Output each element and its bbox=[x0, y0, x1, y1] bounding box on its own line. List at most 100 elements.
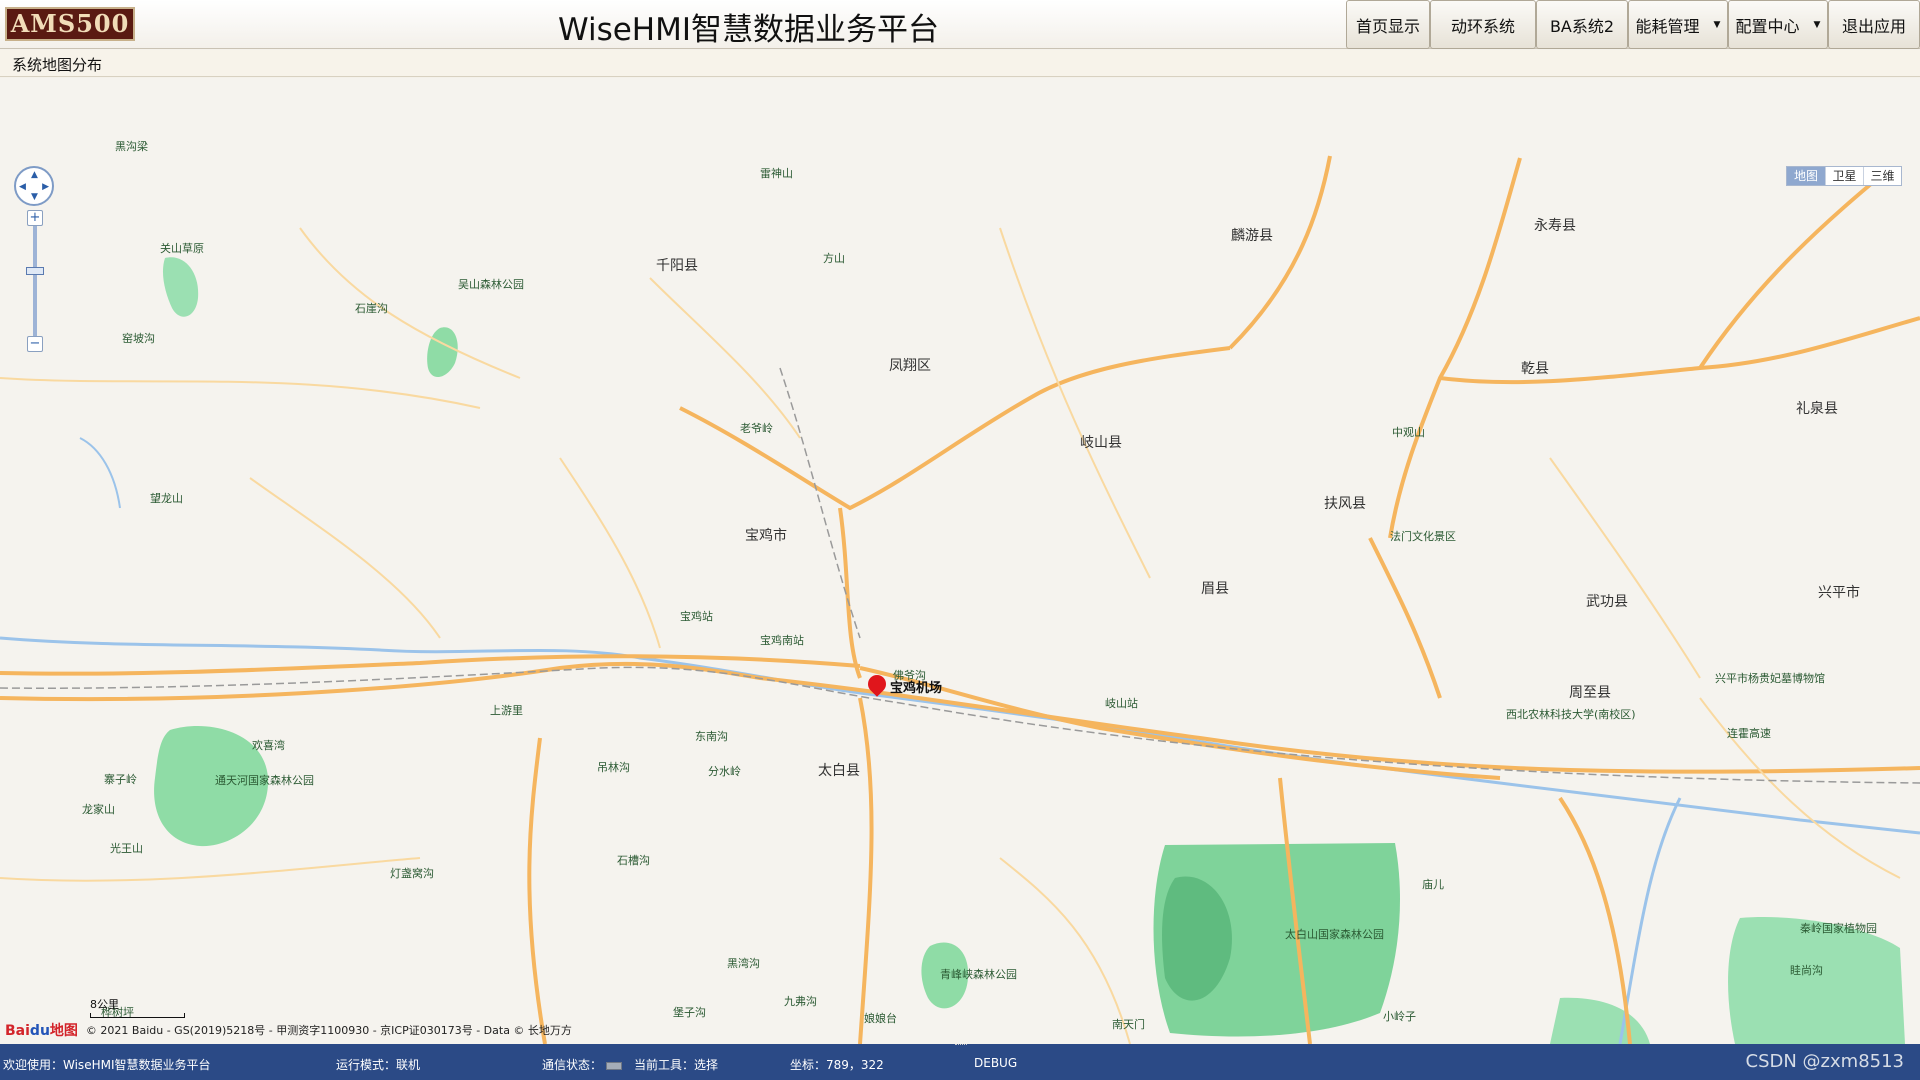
map-place-label: 石槽沟 bbox=[617, 854, 650, 867]
nav-button-4[interactable]: 能耗管理 ▼ bbox=[1628, 0, 1728, 49]
status-debug: DEBUG bbox=[974, 1056, 1018, 1070]
status-comm: 通信状态： bbox=[542, 1058, 603, 1072]
map-nav-control: ▲ ▼ ◀ ▶ + − bbox=[14, 166, 54, 352]
road bbox=[1698, 166, 1892, 370]
page-title: 系统地图分布 bbox=[12, 56, 103, 74]
road bbox=[1439, 316, 1920, 385]
map-scale: 8公里 bbox=[90, 996, 185, 1018]
map-place-label: 东南沟 bbox=[695, 730, 728, 743]
road bbox=[299, 227, 521, 379]
map-place-label: 吴山森林公园 bbox=[458, 278, 524, 291]
zoom-slider-handle[interactable] bbox=[26, 267, 44, 275]
road bbox=[999, 857, 1131, 1044]
status-coords: 坐标：789，322 bbox=[790, 1058, 884, 1072]
map-place-label: 礼泉县 bbox=[1796, 401, 1838, 417]
pan-control[interactable]: ▲ ▼ ◀ ▶ bbox=[14, 166, 54, 206]
map-type-switcher: 地图 卫星 三维 bbox=[1786, 166, 1902, 186]
map-place-label: 黑湾沟 bbox=[727, 957, 760, 970]
map-place-label: 宝鸡市 bbox=[745, 528, 787, 544]
map-place-label: 寨子岭 bbox=[104, 773, 137, 786]
map-canvas[interactable]: 宝鸡市 凤翔区 岐山县 扶风县 眉县 乾县 礼泉县 周至县 太白县 武功县 千阳县 麟游县 永寿县 兴平市… bbox=[0, 78, 1920, 1044]
status-mode: 运行模式：联机 bbox=[336, 1058, 421, 1072]
map-place-label: 小岭子 bbox=[1383, 1010, 1416, 1023]
map-place-label: 窑坡沟 bbox=[122, 332, 155, 345]
map-place-label: 吊林沟 bbox=[597, 761, 630, 774]
nav-button-2[interactable]: 动环系统 bbox=[1430, 0, 1536, 49]
nav-button-1[interactable]: 首页显示 bbox=[1346, 0, 1430, 49]
zoom-control: + − bbox=[26, 210, 44, 352]
app-window: AMS500 WiseHMI智慧数据业务平台 首页显示 动环系统 BA系统2 能耗管理… bbox=[0, 0, 1920, 1080]
marker-label: 宝鸡机场 bbox=[890, 681, 943, 696]
map-place-label: 南天门 bbox=[1112, 1018, 1145, 1031]
map-place-label: 太白山国家森林公园 bbox=[1285, 928, 1384, 941]
nav-button-label: 退出应用 bbox=[1841, 16, 1906, 36]
map-place-label: 法门文化景区 bbox=[1390, 530, 1456, 543]
map-pin-icon[interactable] bbox=[864, 671, 890, 697]
location-marker[interactable]: 宝鸡机场 bbox=[864, 671, 942, 697]
map-place-label: 兴平市杨贵妃墓博物馆 bbox=[1715, 672, 1825, 685]
pan-up-icon[interactable]: ▲ bbox=[31, 170, 38, 180]
map-type-2[interactable]: 卫星 bbox=[1825, 167, 1863, 185]
watermark: CSDN @zxm8513 bbox=[1745, 1051, 1904, 1072]
map-place-label: 老爷岭 bbox=[740, 422, 773, 435]
nav-button-3[interactable]: BA系统2 bbox=[1536, 0, 1628, 49]
pan-left-icon[interactable]: ◀ bbox=[19, 182, 26, 192]
map-place-label: 雷神山 bbox=[760, 167, 793, 180]
nav-button-6[interactable]: 退出应用 bbox=[1828, 0, 1920, 49]
nav-button-label: 配置中心 bbox=[1735, 16, 1800, 36]
resize-handle[interactable] bbox=[955, 1044, 967, 1048]
comm-status-icon bbox=[606, 1061, 623, 1070]
dropdown-caret-icon: ▼ bbox=[1813, 19, 1821, 30]
road bbox=[1228, 155, 1332, 350]
park-area bbox=[162, 257, 199, 317]
map-place-label: 千阳县 bbox=[656, 258, 698, 274]
map-place-label: 扶风县 bbox=[1324, 496, 1366, 512]
road bbox=[559, 457, 661, 649]
map-place-label: 眉县 bbox=[1201, 581, 1229, 597]
road bbox=[1368, 537, 1442, 699]
map-place-label: 通天河国家森林公园 bbox=[215, 774, 314, 787]
map-place-label: 中观山 bbox=[1392, 426, 1425, 439]
map-place-label: 光王山 bbox=[110, 842, 143, 855]
road bbox=[0, 857, 421, 882]
header-bar: AMS500 WiseHMI智慧数据业务平台 首页显示 动环系统 BA系统2 能耗管理… bbox=[0, 0, 1920, 49]
main-nav: 首页显示 动环系统 BA系统2 能耗管理 ▼ 配置中心 ▼ 退出应用 bbox=[1346, 0, 1920, 49]
road bbox=[838, 507, 862, 679]
zoom-in-button[interactable]: + bbox=[27, 210, 43, 226]
river bbox=[1618, 797, 1682, 1044]
zoom-slider-track[interactable] bbox=[33, 226, 37, 336]
map-place-label: 关山草原 bbox=[160, 242, 204, 255]
map-place-label: 黑沟梁 bbox=[115, 140, 148, 153]
page-subheader: 系统地图分布 bbox=[0, 50, 1920, 77]
dropdown-caret-icon: ▼ bbox=[1713, 19, 1721, 30]
map-type-1[interactable]: 地图 bbox=[1787, 167, 1825, 185]
map-place-label: 庙儿 bbox=[1422, 878, 1444, 891]
map-place-label: 麟游县 bbox=[1231, 228, 1273, 244]
map-place-label: 眭尚沟 bbox=[1790, 964, 1823, 977]
nav-button-label: 动环系统 bbox=[1450, 16, 1515, 36]
map-type-3[interactable]: 三维 bbox=[1863, 167, 1901, 185]
status-tool: 当前工具：选择 bbox=[634, 1058, 719, 1072]
map-place-label: 连霍高速 bbox=[1727, 727, 1771, 740]
pan-down-icon[interactable]: ▼ bbox=[31, 192, 38, 202]
baidu-logo: Baidu地图 bbox=[5, 1023, 78, 1039]
road bbox=[249, 477, 441, 639]
map-place-label: 兴平市 bbox=[1818, 585, 1860, 601]
zoom-out-button[interactable]: − bbox=[27, 336, 43, 352]
nav-button-label: 首页显示 bbox=[1355, 16, 1420, 36]
map-place-label: 堡子沟 bbox=[673, 1006, 706, 1019]
road bbox=[649, 277, 801, 439]
map-place-label: 乾县 bbox=[1521, 361, 1549, 377]
nav-button-5[interactable]: 配置中心 ▼ bbox=[1728, 0, 1828, 49]
map-place-label: 岐山站 bbox=[1105, 697, 1138, 710]
map-place-label: 宝鸡南站 bbox=[760, 634, 804, 647]
map-layer bbox=[0, 155, 1920, 1044]
map-place-label: 周至县 bbox=[1569, 685, 1611, 701]
pan-right-icon[interactable]: ▶ bbox=[42, 182, 49, 192]
map-place-label: 武功县 bbox=[1586, 594, 1628, 610]
map-place-label: 石崖沟 bbox=[355, 302, 388, 315]
app-logo: AMS500 bbox=[5, 7, 135, 41]
road bbox=[0, 377, 481, 409]
nav-button-label: BA系统2 bbox=[1549, 16, 1615, 36]
scale-bar bbox=[90, 1013, 185, 1018]
